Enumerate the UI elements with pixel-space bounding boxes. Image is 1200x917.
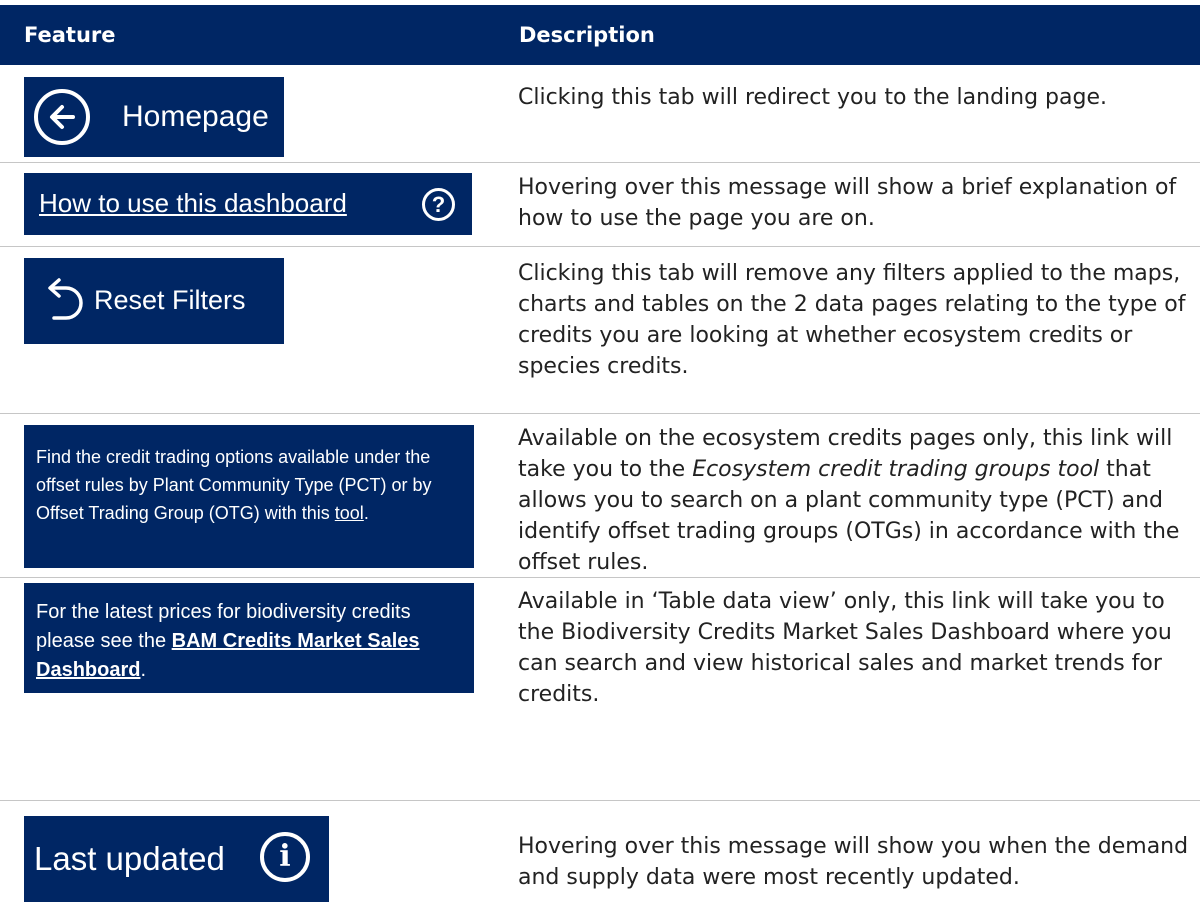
row-description: Hovering over this message will show you… [518,834,1189,890]
credit-trading-text: Find the credit trading options availabl… [36,447,432,523]
how-to-use-label: How to use this dashboard [39,188,347,218]
row-description: Clicking this tab will redirect you to t… [518,85,1107,110]
last-updated-badge[interactable]: Last updated i [24,816,329,902]
row-description: Available in ‘Table data view’ only, thi… [518,589,1172,707]
bam-credits-text: For the latest prices for biodiversity c… [36,601,420,681]
row-description: Available on the ecosystem credits pages… [518,426,1180,575]
credit-trading-tool-box: Find the credit trading options availabl… [24,425,474,568]
undo-arrow-icon [48,278,83,320]
row-divider [0,413,1200,414]
row-divider [0,246,1200,247]
last-updated-label: Last updated [34,840,225,877]
arrow-left-circle-icon [34,89,90,145]
header-description: Description [519,23,655,47]
reset-filters-button[interactable]: Reset Filters [24,258,284,344]
table-header: Feature Description [0,5,1200,65]
question-circle-icon: ? [422,188,455,221]
row-divider [0,800,1200,801]
row-divider [0,577,1200,578]
row-description: Clicking this tab will remove any filter… [518,261,1186,379]
row-divider [0,162,1200,163]
homepage-button[interactable]: Homepage [24,77,284,157]
homepage-label: Homepage [122,100,269,133]
header-feature: Feature [24,23,116,47]
row-description: Hovering over this message will show a b… [518,175,1177,231]
how-to-use-link[interactable]: How to use this dashboard ? [24,173,472,235]
info-circle-icon: i [260,832,310,882]
reset-filters-label: Reset Filters [94,285,246,315]
bam-credits-box: For the latest prices for biodiversity c… [24,583,474,693]
tool-link[interactable]: tool [335,503,364,523]
